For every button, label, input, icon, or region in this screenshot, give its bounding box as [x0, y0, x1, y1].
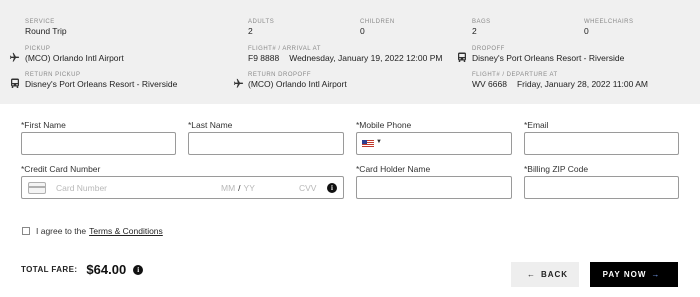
yy-placeholder[interactable]: YY [244, 183, 255, 193]
arrival-datetime: Wednesday, January 19, 2022 12:00 PM [289, 53, 443, 63]
arrival-field: FLIGHT# / ARRIVAL AT F9 8888 Wednesday, J… [248, 45, 442, 64]
total-fare-amount: $64.00 [86, 262, 127, 277]
service-field: SERVICE Round Trip [25, 18, 67, 37]
chevron-down-icon[interactable]: ▼ [376, 139, 382, 145]
last-name-field: *Last Name [188, 120, 344, 158]
bags-label: BAGS [472, 19, 491, 25]
us-flag-icon[interactable] [362, 140, 374, 148]
back-button-label: BACK [540, 270, 569, 279]
wheelchairs-field: WHEELCHAIRS 0 [584, 18, 634, 37]
trip-summary: SERVICE Round Trip ADULTS 2 CHILDREN 0 B… [0, 0, 700, 104]
credit-card-field: *Credit Card Number Card Number MM / YY CV… [21, 164, 344, 202]
bus-icon [9, 78, 20, 89]
adults-label: ADULTS [248, 19, 275, 25]
mm-placeholder[interactable]: MM [221, 183, 235, 193]
departure-flight: WV 6668 [472, 79, 507, 89]
total-fare: TOTAL FARE: $64.00 i [21, 262, 144, 277]
first-name-label: *First Name [21, 120, 66, 130]
departure-label: FLIGHT# / DEPARTURE AT [472, 72, 558, 78]
pickup-field: PICKUP (MCO) Orlando Intl Airport [25, 45, 124, 64]
arrow-left-icon: ← [526, 270, 536, 279]
first-name-field: *First Name [21, 120, 176, 158]
bus-icon [456, 52, 467, 63]
arrival-flight: F9 8888 [248, 53, 280, 63]
billing-zip-field: *Billing ZIP Code [524, 164, 679, 202]
children-label: CHILDREN [360, 19, 395, 25]
terms-checkbox[interactable] [22, 227, 30, 235]
pay-now-button-label: PAY NOW [602, 270, 647, 279]
departure-field: FLIGHT# / DEPARTURE AT WV 6668 Friday, Ja… [472, 71, 648, 90]
mobile-phone-field: *Mobile Phone ▼ [356, 120, 512, 158]
terms-prefix: I agree to the [36, 226, 87, 236]
terms-agreement: I agree to the Terms & Conditions [22, 226, 163, 236]
arrow-right-icon: → [651, 270, 661, 279]
last-name-input[interactable] [188, 132, 344, 155]
return-pickup-label: RETURN PICKUP [25, 72, 81, 78]
pickup-value: (MCO) Orlando Intl Airport [25, 53, 124, 63]
return-dropoff-value: (MCO) Orlando Intl Airport [248, 79, 347, 89]
cvv-placeholder[interactable]: CVV [299, 183, 327, 193]
email-field: *Email [524, 120, 679, 158]
billing-zip-label: *Billing ZIP Code [524, 164, 589, 174]
bags-value: 2 [472, 26, 477, 36]
card-holder-input[interactable] [356, 176, 512, 199]
first-name-input[interactable] [21, 132, 176, 155]
children-field: CHILDREN 0 [360, 18, 395, 37]
arrival-label: FLIGHT# / ARRIVAL AT [248, 46, 321, 52]
wheelchairs-label: WHEELCHAIRS [584, 19, 634, 25]
adults-field: ADULTS 2 [248, 18, 274, 37]
children-value: 0 [360, 26, 365, 36]
airplane-icon [233, 78, 244, 89]
return-pickup-field: RETURN PICKUP Disney's Port Orleans Reso… [25, 71, 177, 90]
service-label: SERVICE [25, 19, 55, 25]
terms-link[interactable]: Terms & Conditions [89, 226, 163, 236]
card-holder-label: *Card Holder Name [356, 164, 431, 174]
total-fare-label: TOTAL FARE: [21, 265, 78, 274]
departure-value: WV 6668 Friday, January 28, 2022 11:00 AM [472, 79, 648, 90]
dropoff-value: Disney's Port Orleans Resort - Riverside [472, 53, 625, 63]
credit-card-label: *Credit Card Number [21, 164, 101, 174]
departure-datetime: Friday, January 28, 2022 11:00 AM [516, 79, 649, 89]
email-input[interactable] [524, 132, 679, 155]
expiry-input[interactable]: MM / YY [221, 183, 299, 193]
airplane-icon [9, 52, 20, 63]
return-dropoff-label: RETURN DROPOFF [248, 72, 311, 78]
dropoff-label: DROPOFF [472, 46, 505, 52]
email-label: *Email [524, 120, 549, 130]
adults-value: 2 [248, 26, 253, 36]
info-icon[interactable]: i [327, 182, 337, 193]
arrival-value: F9 8888 Wednesday, January 19, 2022 12:00… [248, 53, 442, 64]
mobile-phone-input[interactable]: ▼ [356, 132, 512, 155]
credit-card-input[interactable]: Card Number MM / YY CVV i [21, 176, 344, 199]
service-value: Round Trip [25, 26, 67, 36]
dropoff-field: DROPOFF Disney's Port Orleans Resort - R… [472, 45, 624, 64]
return-pickup-value: Disney's Port Orleans Resort - Riverside [25, 79, 178, 89]
bags-field: BAGS 2 [472, 18, 491, 37]
card-number-placeholder[interactable]: Card Number [56, 183, 221, 193]
card-holder-field: *Card Holder Name [356, 164, 512, 202]
mobile-phone-label: *Mobile Phone [356, 120, 412, 130]
wheelchairs-value: 0 [584, 26, 589, 36]
pickup-label: PICKUP [25, 46, 51, 52]
info-icon[interactable]: i [133, 264, 144, 275]
billing-zip-input[interactable] [524, 176, 679, 199]
back-button[interactable]: ← BACK [511, 262, 579, 287]
pay-now-button[interactable]: PAY NOW → [590, 262, 678, 287]
return-dropoff-field: RETURN DROPOFF (MCO) Orlando Intl Airpor… [248, 71, 347, 90]
last-name-label: *Last Name [188, 120, 233, 130]
credit-card-icon [28, 181, 46, 194]
